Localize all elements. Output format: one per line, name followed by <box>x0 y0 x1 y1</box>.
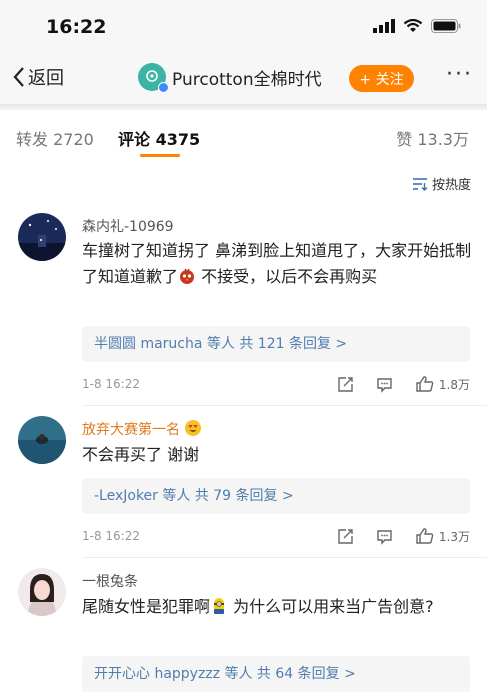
like-count: 1.3万 <box>438 529 470 544</box>
sort-by-heat-button[interactable]: 按热度 <box>412 174 471 193</box>
account-header[interactable]: Purcotton全棉时代 <box>138 63 322 93</box>
comment-date: 1-8 16:22 <box>82 529 140 543</box>
tab-repost-label: 转发 <box>16 130 49 149</box>
comment-meta: 1-8 16:22 1.8万 <box>82 375 470 395</box>
repost-button[interactable] <box>337 376 354 393</box>
tab-comments-count: 4375 <box>155 130 201 149</box>
comment-username[interactable]: 放弃大赛第一名 <box>82 419 202 439</box>
like-button[interactable]: 1.8万 <box>415 375 470 393</box>
tab-repost[interactable]: 转发 2720 <box>16 126 94 150</box>
reply-summary[interactable]: -LexJoker 等人 共 79 条回复 > <box>82 478 470 514</box>
active-tab-indicator <box>140 154 180 157</box>
comment-date: 1-8 16:22 <box>82 377 140 391</box>
comment-text-part: 尾随女性是犯罪啊 <box>82 597 211 616</box>
angry-bird-emoji-icon <box>180 268 195 284</box>
like-button[interactable]: 1.3万 <box>415 527 470 545</box>
portrait-avatar-image <box>18 568 66 616</box>
repost-button[interactable] <box>337 528 354 545</box>
heart-eyes-emoji-icon <box>185 420 202 436</box>
comment-text-part: 为什么可以用来当广告创意? <box>228 597 434 616</box>
reply-button[interactable] <box>376 376 393 393</box>
account-name[interactable]: Purcotton全棉时代 <box>172 65 322 90</box>
tab-likes-count: 13.3万 <box>417 130 469 149</box>
reply-summary[interactable]: 半圆圆 marucha 等人 共 121 条回复 > <box>82 326 470 362</box>
repost-icon <box>338 376 353 392</box>
avatar[interactable] <box>18 568 66 616</box>
tab-comments[interactable]: 评论 4375 <box>118 126 200 150</box>
chevron-left-icon <box>13 67 24 87</box>
reply-summary[interactable]: 开开心心 happyzzz 等人 共 64 条回复 > <box>82 656 470 692</box>
minion-emoji-icon <box>214 598 225 614</box>
tab-repost-count: 2720 <box>53 130 94 149</box>
tab-comments-label: 评论 <box>118 130 151 149</box>
tab-likes-label: 赞 <box>396 130 413 149</box>
comment-divider <box>82 557 487 558</box>
status-bar: 16:22 <box>0 0 487 52</box>
wifi-icon <box>403 19 423 32</box>
thumbs-up-icon <box>416 528 434 544</box>
like-count: 1.8万 <box>438 377 470 392</box>
battery-icon <box>431 19 461 33</box>
avatar[interactable] <box>18 416 66 464</box>
sort-icon <box>412 177 428 191</box>
comment-text: 车撞树了知道拐了 鼻涕到脸上知道甩了，大家开始抵制了知道道歉了 不接受，以后不会… <box>82 238 472 290</box>
tab-likes[interactable]: 赞 13.3万 <box>396 126 469 150</box>
back-label: 返回 <box>28 68 64 89</box>
comment-list: 森内礼-10969 车撞树了知道拐了 鼻涕到脸上知道甩了，大家开始抵制了知道道歉… <box>0 200 487 700</box>
night-scene-avatar-image <box>18 213 66 261</box>
comment-actions: 1.3万 <box>315 527 470 545</box>
sort-bar: 按热度 <box>0 160 487 200</box>
ocean-avatar-image <box>18 416 66 464</box>
comment-username[interactable]: 一根兔条 <box>82 571 138 591</box>
brand-logo-icon <box>146 70 158 82</box>
signal-icon <box>373 19 395 33</box>
comment-username-text: 放弃大赛第一名 <box>82 422 180 438</box>
avatar[interactable] <box>18 213 66 261</box>
comment-meta: 1-8 16:22 1.3万 <box>82 527 470 547</box>
comment-icon <box>377 377 392 393</box>
comment-divider <box>82 405 487 406</box>
tab-bar: 转发 2720 评论 4375 赞 13.3万 <box>0 110 487 160</box>
follow-button[interactable]: + 关注 <box>349 65 414 92</box>
nav-bar: 返回 Purcotton全棉时代 + 关注 ··· <box>0 52 487 104</box>
reply-button[interactable] <box>376 528 393 545</box>
comment-text: 尾随女性是犯罪啊 为什么可以用来当广告创意? <box>82 594 472 620</box>
back-button[interactable]: 返回 <box>12 64 64 90</box>
verified-badge-icon <box>158 82 169 93</box>
comment-text: 不会再买了 谢谢 <box>82 445 200 464</box>
repost-icon <box>338 528 353 544</box>
brand-avatar[interactable] <box>138 63 169 93</box>
comment-actions: 1.8万 <box>315 375 470 393</box>
comment-text-part: 不接受，以后不会再购买 <box>196 267 378 286</box>
more-options-icon[interactable]: ··· <box>446 64 473 86</box>
comment-icon <box>377 529 392 545</box>
status-icons <box>373 19 461 33</box>
status-time: 16:22 <box>46 16 107 38</box>
sort-label: 按热度 <box>431 178 471 193</box>
thumbs-up-icon <box>416 376 434 392</box>
comment-username[interactable]: 森内礼-10969 <box>82 216 174 236</box>
